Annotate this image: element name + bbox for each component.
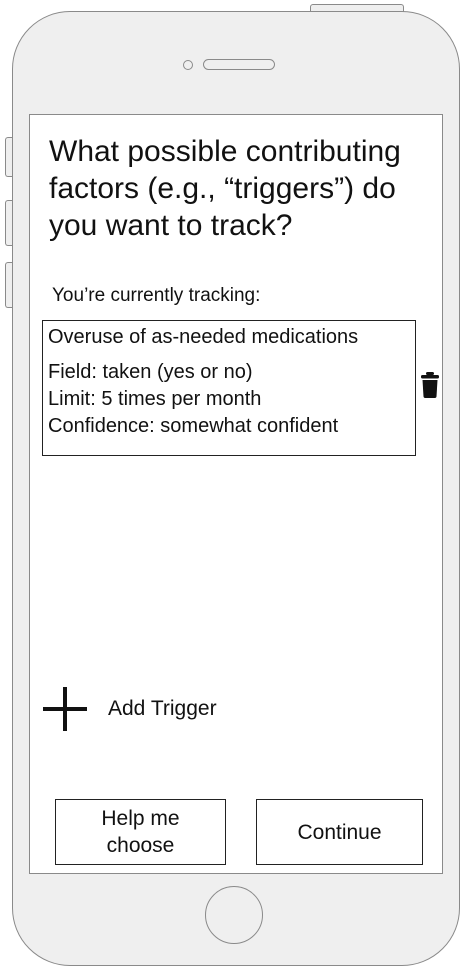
help-me-choose-label: Help me choose bbox=[101, 807, 180, 857]
trigger-limit: Limit: 5 times per month bbox=[48, 388, 262, 410]
tracked-trigger-card[interactable]: Overuse of as-needed medications Field: … bbox=[42, 320, 416, 456]
continue-button[interactable]: Continue bbox=[256, 799, 423, 865]
trigger-title: Overuse of as-needed medications bbox=[48, 326, 359, 348]
front-camera bbox=[183, 60, 193, 70]
earpiece-speaker bbox=[203, 59, 275, 70]
trigger-field: Field: taken (yes or no) bbox=[48, 361, 253, 383]
add-trigger-label: Add Trigger bbox=[108, 697, 217, 720]
help-me-choose-button[interactable]: Help me choose bbox=[55, 799, 226, 865]
page-title: What possible contributing factors (e.g.… bbox=[49, 135, 401, 242]
add-trigger-button[interactable]: Add Trigger bbox=[43, 687, 217, 731]
plus-icon[interactable] bbox=[43, 687, 87, 731]
tracking-label: You’re currently tracking: bbox=[52, 285, 261, 306]
trash-icon[interactable] bbox=[420, 371, 440, 399]
trigger-confidence: Confidence: somewhat confident bbox=[48, 415, 339, 437]
app-screen: What possible contributing factors (e.g.… bbox=[29, 114, 443, 874]
home-button[interactable] bbox=[205, 886, 263, 944]
continue-label: Continue bbox=[297, 820, 382, 844]
